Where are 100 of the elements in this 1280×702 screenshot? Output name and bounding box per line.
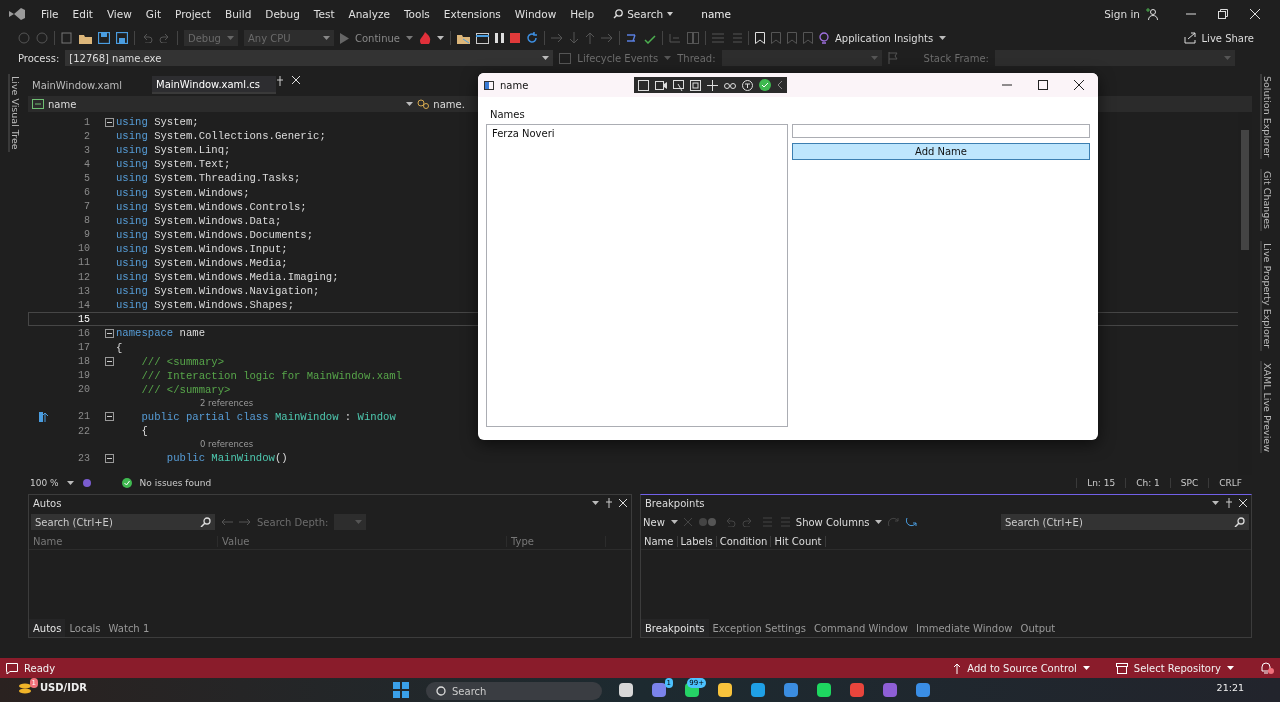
app-icon[interactable] xyxy=(915,682,931,698)
collapse-toolbar-icon[interactable] xyxy=(777,81,784,89)
flame-icon[interactable] xyxy=(418,32,431,44)
live-share-button[interactable]: Live Share xyxy=(1201,32,1254,44)
panel-tab[interactable]: Locals xyxy=(65,619,105,637)
sign-in-link[interactable]: Sign in xyxy=(1104,8,1140,20)
search-button[interactable]: Search xyxy=(613,8,674,20)
type-dropdown[interactable]: name. xyxy=(433,98,465,110)
project-dropdown[interactable]: name xyxy=(48,98,77,110)
tool-window-tab[interactable]: Live Visual Tree xyxy=(7,74,21,152)
close-icon[interactable] xyxy=(1074,80,1084,90)
menu-item[interactable]: Extensions xyxy=(436,8,508,20)
toggle-breakpoints-icon[interactable] xyxy=(697,517,718,527)
menu-item[interactable]: Tools xyxy=(396,8,437,20)
list-item[interactable]: Ferza Noveri xyxy=(492,128,782,139)
menu-item[interactable]: Help xyxy=(563,8,602,20)
camera-icon[interactable] xyxy=(655,80,668,90)
pin-icon[interactable] xyxy=(605,498,613,508)
caret-icon[interactable] xyxy=(875,520,883,524)
play-icon[interactable] xyxy=(340,32,349,44)
collapse-icon[interactable] xyxy=(105,453,114,463)
names-list[interactable]: Ferza Noveri xyxy=(486,124,788,427)
caret-icon[interactable] xyxy=(1227,666,1234,670)
open-folder-icon[interactable] xyxy=(79,32,92,44)
collapse-icon[interactable] xyxy=(105,328,114,338)
codelens-text[interactable]: 2 references xyxy=(200,397,254,408)
check-icon[interactable] xyxy=(759,79,772,91)
restart-icon[interactable] xyxy=(525,32,538,44)
zoom-level[interactable]: 100 % xyxy=(30,477,59,488)
app-icon[interactable] xyxy=(816,682,832,698)
column-header[interactable]: Labels xyxy=(677,535,717,547)
pin-icon[interactable] xyxy=(1225,498,1233,508)
panel-tab[interactable]: Command Window xyxy=(809,619,912,637)
panel-tab[interactable]: Autos xyxy=(29,619,66,637)
caret-icon[interactable] xyxy=(436,36,444,40)
add-person-icon[interactable] xyxy=(1146,8,1158,20)
menu-item[interactable]: Project xyxy=(168,8,218,20)
new-button[interactable]: New xyxy=(643,516,665,528)
menu-item[interactable]: Debug xyxy=(258,8,307,20)
tool-window-tab[interactable]: XAML Live Preview xyxy=(1259,360,1273,454)
codelens-text[interactable]: 0 references xyxy=(200,439,254,450)
menu-item[interactable]: Analyze xyxy=(341,8,397,20)
clock[interactable]: 21:21 xyxy=(1216,682,1244,693)
add-name-button[interactable]: Add Name xyxy=(792,143,1090,160)
column-header[interactable]: Condition xyxy=(716,535,772,547)
folder-icon[interactable] xyxy=(456,32,470,44)
issues-status[interactable]: No issues found xyxy=(139,477,212,488)
app-icon[interactable] xyxy=(618,682,634,698)
stop-icon[interactable] xyxy=(509,33,520,43)
column-header[interactable]: Value xyxy=(218,535,507,547)
tool-window-tab[interactable]: Solution Explorer xyxy=(1259,74,1273,160)
caret-icon[interactable] xyxy=(542,56,550,60)
name-input-field[interactable] xyxy=(792,124,1090,138)
column-header[interactable]: Type xyxy=(507,535,606,547)
collapse-icon[interactable] xyxy=(105,412,114,422)
pin-icon[interactable] xyxy=(276,76,284,86)
menu-item[interactable]: Build xyxy=(217,8,259,20)
collapse-icon[interactable] xyxy=(105,117,114,127)
search-field[interactable]: Search (Ctrl+E) xyxy=(31,514,215,530)
maximize-icon[interactable] xyxy=(1038,80,1048,90)
widget-label[interactable]: USD/IDR xyxy=(40,682,87,693)
menu-item[interactable]: Edit xyxy=(65,8,100,20)
panel-tab[interactable]: Output xyxy=(1016,619,1060,637)
show-columns-button[interactable]: Show Columns xyxy=(795,516,870,528)
caret-icon[interactable] xyxy=(66,480,74,485)
binoculars-icon[interactable] xyxy=(724,80,737,90)
line-ending-indicator[interactable]: CRLF xyxy=(1208,477,1252,488)
frame-icon[interactable] xyxy=(690,79,702,91)
spell-check-icon[interactable] xyxy=(643,32,656,44)
layout-icon[interactable] xyxy=(707,79,719,91)
caret-icon[interactable] xyxy=(405,36,413,40)
cursor-icon[interactable] xyxy=(673,79,685,91)
save-icon[interactable] xyxy=(98,32,110,44)
tool-window-tab[interactable]: Live Property Explorer xyxy=(1259,241,1273,351)
panel-tab[interactable]: Exception Settings xyxy=(708,619,810,637)
share-icon[interactable] xyxy=(1183,32,1196,44)
scrollbar-thumb[interactable] xyxy=(1241,130,1249,250)
caret-icon[interactable] xyxy=(406,102,414,106)
app-icon[interactable] xyxy=(651,682,667,698)
app-icon[interactable] xyxy=(750,682,766,698)
browser-icon[interactable] xyxy=(475,32,489,44)
select-repository-button[interactable]: Select Repository xyxy=(1133,662,1221,674)
restore-icon[interactable] xyxy=(1218,9,1228,19)
add-to-source-control-button[interactable]: Add to Source Control xyxy=(967,662,1077,674)
menu-item[interactable]: File xyxy=(34,8,66,20)
pause-icon[interactable] xyxy=(494,33,504,43)
caret-icon[interactable] xyxy=(1212,501,1219,505)
caret-icon[interactable] xyxy=(592,501,599,505)
panel-tab[interactable]: Watch 1 xyxy=(104,619,154,637)
document-tab[interactable]: MainWindow.xaml.cs xyxy=(152,76,276,94)
notification-icon[interactable] xyxy=(1260,662,1274,674)
panel-tab[interactable]: Breakpoints xyxy=(641,619,709,637)
column-indicator[interactable]: Ch: 1 xyxy=(1125,477,1170,488)
caret-icon[interactable] xyxy=(1082,666,1090,670)
app-icon[interactable] xyxy=(717,682,733,698)
menu-item[interactable]: Window xyxy=(507,8,564,20)
line-indicator[interactable]: Ln: 15 xyxy=(1076,477,1126,488)
caret-icon[interactable] xyxy=(670,520,678,524)
save-all-icon[interactable] xyxy=(116,32,128,44)
column-header[interactable]: Name xyxy=(641,535,678,547)
